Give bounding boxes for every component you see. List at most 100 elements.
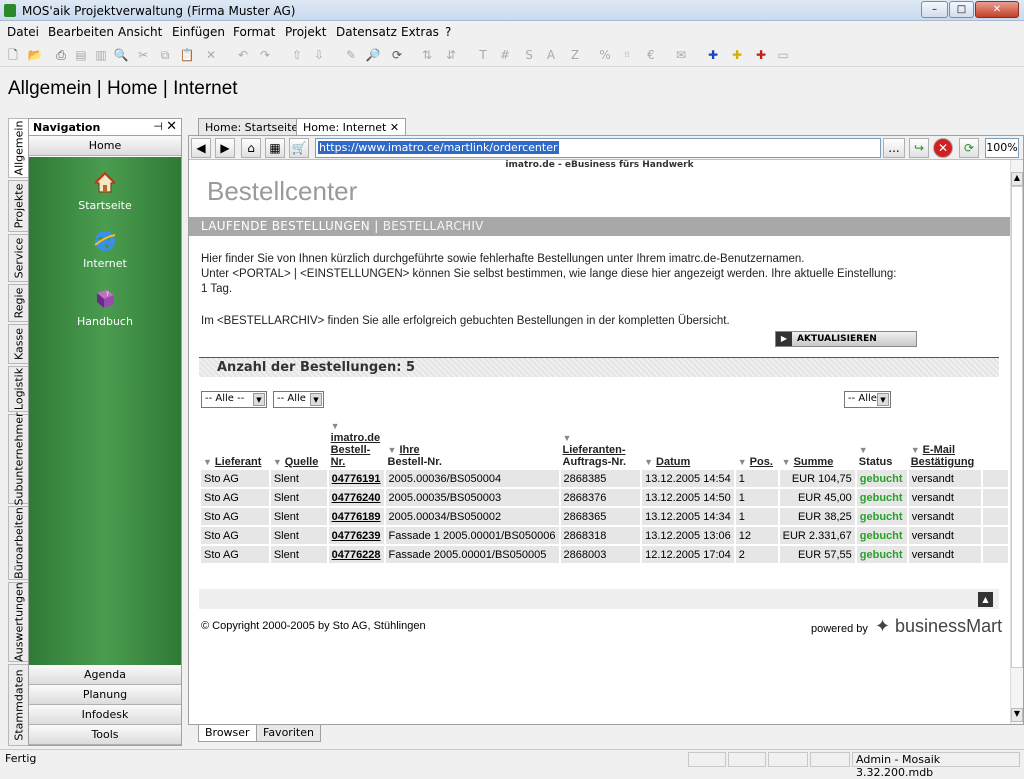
sort-desc-icon[interactable]: ⇵	[442, 46, 460, 64]
cell-imatro-nr[interactable]: 04776228	[328, 546, 384, 563]
menu-projekt[interactable]: Projekt	[285, 25, 326, 39]
col-imatro-nr[interactable]: ▼ imatro.de Bestell- Nr.	[329, 420, 384, 468]
tab-close-icon[interactable]: ✕	[390, 121, 399, 134]
menu-datensatz[interactable]: Datensatz	[336, 25, 397, 39]
s-icon[interactable]: S	[520, 46, 538, 64]
stop-icon[interactable]: ✕	[933, 138, 953, 158]
reload-icon[interactable]: ⟳	[959, 138, 979, 158]
search-doc-icon[interactable]: 🔍	[112, 46, 130, 64]
puzzle-yellow-icon[interactable]: ✚	[728, 46, 746, 64]
percent-icon[interactable]: %	[596, 46, 614, 64]
cell-imatro-nr[interactable]: 04776191	[328, 470, 384, 487]
cell-imatro-nr[interactable]: 04776240	[328, 489, 384, 506]
copy-icon[interactable]: ⧉	[156, 46, 174, 64]
nav-planung-button[interactable]: Planung	[29, 685, 181, 705]
col-lieferant[interactable]: ▼ Lieferant	[201, 420, 269, 468]
col-email-bestaetigung[interactable]: ▼ E-Mail Bestätigung	[909, 420, 981, 468]
menu-ansicht[interactable]: Ansicht	[118, 25, 162, 39]
vtab-allgemein[interactable]: Allgemein	[8, 118, 28, 178]
vertical-scrollbar[interactable]: ▲ ▼	[1010, 160, 1023, 724]
arrow-down-icon[interactable]: ⇩	[310, 46, 328, 64]
menu-einfuegen[interactable]: Einfügen	[172, 25, 225, 39]
cut-icon[interactable]: ✂	[134, 46, 152, 64]
paste-icon[interactable]: 📋	[178, 46, 196, 64]
cell-imatro-nr[interactable]: 04776189	[328, 508, 384, 525]
puzzle-red-icon[interactable]: ✚	[752, 46, 770, 64]
undo-icon[interactable]: ↶	[234, 46, 252, 64]
scroll-up-icon[interactable]: ▲	[1011, 172, 1023, 186]
go-icon[interactable]: ↪	[909, 138, 929, 158]
menu-datei[interactable]: Datei	[7, 25, 39, 39]
col-quelle[interactable]: ▼ Quelle	[271, 420, 327, 468]
print-icon[interactable]: ▤	[72, 46, 90, 64]
vtab-service[interactable]: Service	[8, 234, 28, 282]
vtab-stammdaten[interactable]: Stammdaten	[8, 664, 28, 746]
find-icon[interactable]: 🔎	[364, 46, 382, 64]
pin-icon[interactable]: ⊣	[153, 120, 163, 133]
filter-lieferant-select[interactable]: -- Alle -- ▼	[201, 391, 267, 408]
vtab-logistik[interactable]: Logistik	[8, 366, 28, 412]
refresh-icon[interactable]: ⟳	[388, 46, 406, 64]
home-icon[interactable]: ⌂	[241, 138, 261, 158]
z-icon[interactable]: Z	[566, 46, 584, 64]
browse-button[interactable]: ...	[883, 138, 905, 158]
menu-help[interactable]: ?	[445, 25, 451, 39]
url-input[interactable]: https://www.imatro.ce/martlink/ordercent…	[315, 138, 881, 158]
back-icon[interactable]: ◀	[191, 138, 211, 158]
tab-favoriten[interactable]: Favoriten	[256, 725, 321, 742]
nav-home-button[interactable]: Home	[29, 136, 181, 156]
vtab-regie[interactable]: Regie	[8, 284, 28, 322]
a-icon[interactable]: A	[542, 46, 560, 64]
vtab-auswertungen[interactable]: Auswertungen	[8, 582, 28, 662]
menu-extras[interactable]: Extras	[401, 25, 439, 39]
filter-quelle-select[interactable]: -- Alle ▼	[273, 391, 324, 408]
close-icon[interactable]: ✕	[166, 119, 177, 134]
nav-item-internet[interactable]: Internet	[29, 229, 181, 270]
edit-pen-icon[interactable]: ✎	[342, 46, 360, 64]
currency-icon[interactable]: €	[642, 46, 660, 64]
maximize-button[interactable]: □	[949, 1, 974, 18]
col-lieferanten-auftragsnr[interactable]: ▼ Lieferanten- Auftrags-Nr.	[561, 420, 641, 468]
tab-home-startseite[interactable]: Home: Startseite	[198, 118, 306, 135]
nav-agenda-button[interactable]: Agenda	[29, 665, 181, 685]
sort-asc-icon[interactable]: ⇅	[418, 46, 436, 64]
scroll-down-icon[interactable]: ▼	[1011, 708, 1023, 722]
nav-item-startseite[interactable]: Startseite	[29, 171, 181, 212]
col-pos[interactable]: ▼ Pos.	[736, 420, 778, 468]
decimal-icon[interactable]: ⁞⁞	[618, 46, 636, 64]
nav-item-handbuch[interactable]: ? Handbuch	[29, 287, 181, 328]
open-folder-icon[interactable]: 📂	[26, 46, 44, 64]
delete-icon[interactable]: ✕	[202, 46, 220, 64]
close-button[interactable]: ✕	[975, 1, 1019, 18]
col-ihre-bestellnr[interactable]: ▼ Ihre Bestell-Nr.	[386, 420, 559, 468]
scroll-top-icon[interactable]: ▲	[978, 592, 993, 607]
col-datum[interactable]: ▼ Datum	[642, 420, 734, 468]
vtab-bueroarbeiten[interactable]: Büroarbeiten	[8, 506, 28, 580]
puzzle-blue-icon[interactable]: ✚	[704, 46, 722, 64]
window-icon[interactable]: ▭	[774, 46, 792, 64]
vtab-subunternehmer[interactable]: Subunternehmer	[8, 412, 28, 506]
tab-home-internet[interactable]: Home: Internet ✕	[296, 118, 407, 135]
vtab-projekte[interactable]: Projekte	[8, 180, 28, 232]
zoom-level[interactable]: 100%	[985, 138, 1019, 158]
vtab-kasse[interactable]: Kasse	[8, 324, 28, 364]
filter-status-select[interactable]: -- Alle ▼	[844, 391, 891, 408]
scroll-thumb[interactable]	[1011, 186, 1023, 668]
nav-infodesk-button[interactable]: Infodesk	[29, 705, 181, 725]
new-file-icon[interactable]: 🗋	[4, 46, 22, 64]
col-status[interactable]: ▼ Status	[857, 420, 907, 468]
number-icon[interactable]: #	[496, 46, 514, 64]
arrow-up-icon[interactable]: ⇧	[288, 46, 306, 64]
print-preview-icon[interactable]: ⎙	[52, 46, 70, 64]
link-laufende-bestellungen[interactable]: LAUFENDE BESTELLUNGEN	[201, 219, 370, 233]
cell-imatro-nr[interactable]: 04776239	[328, 527, 384, 544]
page-setup-icon[interactable]: ▥	[92, 46, 110, 64]
menu-format[interactable]: Format	[233, 25, 275, 39]
redo-icon[interactable]: ↷	[256, 46, 274, 64]
menu-bearbeiten[interactable]: Bearbeiten	[48, 25, 114, 39]
nav-tools-button[interactable]: Tools	[29, 725, 181, 745]
cart-icon[interactable]: 🛒	[289, 138, 309, 158]
mail-icon[interactable]: ✉	[672, 46, 690, 64]
sitemap-icon[interactable]: ▦	[265, 138, 285, 158]
link-bestellarchiv[interactable]: BESTELLARCHIV	[383, 219, 484, 233]
